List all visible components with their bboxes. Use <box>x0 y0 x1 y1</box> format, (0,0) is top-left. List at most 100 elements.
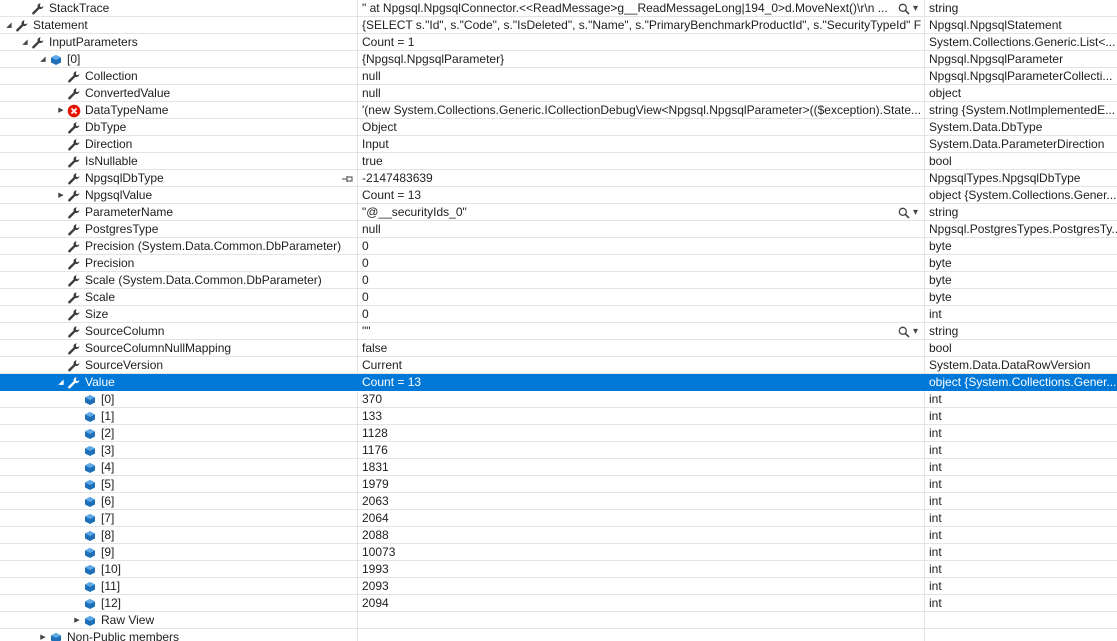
tree-row[interactable]: ▶ NpgsqlValue Count = 13 object {System.Col… <box>0 187 1117 204</box>
tree-row[interactable]: StackTrace " at Npgsql.NpgsqlConnector.<<… <box>0 0 1117 17</box>
tree-row[interactable]: Collection null Npgsql.NpgsqlParameterColl… <box>0 68 1117 85</box>
value-cell[interactable]: 370 <box>358 391 925 408</box>
tree-row[interactable]: Direction Input System.Data.ParameterDirec… <box>0 136 1117 153</box>
value-cell[interactable]: 10073 <box>358 544 925 561</box>
pin-icon[interactable] <box>342 170 354 186</box>
expand-arrow-icon[interactable]: ▶ <box>56 102 66 118</box>
tree-row[interactable]: [1] 133 int <box>0 408 1117 425</box>
tree-row[interactable]: ▶ DataTypeName '(new System.Collections.Ge… <box>0 102 1117 119</box>
name-cell: [12] <box>0 595 358 612</box>
tree-row[interactable]: ◢ InputParameters Count = 1 System.Collecti… <box>0 34 1117 51</box>
value-cell[interactable]: Count = 1 <box>358 34 925 51</box>
tree-row[interactable]: SourceVersion Current System.Data.DataRowV… <box>0 357 1117 374</box>
value-cell[interactable]: 0 <box>358 289 925 306</box>
value-cell[interactable]: " at Npgsql.NpgsqlConnector.<<ReadMessag… <box>358 0 925 17</box>
value-cell[interactable]: -2147483639 <box>358 170 925 187</box>
value-cell[interactable]: 2063 <box>358 493 925 510</box>
tree-row[interactable]: Precision 0 byte <box>0 255 1117 272</box>
tree-row[interactable]: ParameterName "@__securityIds_0" ▾ string <box>0 204 1117 221</box>
value-cell[interactable] <box>358 629 925 641</box>
tree-row[interactable]: [2] 1128 int <box>0 425 1117 442</box>
type-cell: object <box>925 85 1117 102</box>
collapse-arrow-icon[interactable]: ◢ <box>56 374 66 390</box>
type-cell: bool <box>925 153 1117 170</box>
collapse-arrow-icon[interactable]: ◢ <box>4 17 14 33</box>
tree-row[interactable]: NpgsqlDbType -2147483639 NpgsqlTypes.Npgsq… <box>0 170 1117 187</box>
magnifier-visualizer-icon[interactable]: ▾ <box>898 204 918 220</box>
value-cell[interactable] <box>358 612 925 629</box>
value-cell[interactable]: 2094 <box>358 595 925 612</box>
value-cell[interactable]: 2064 <box>358 510 925 527</box>
magnifier-visualizer-icon[interactable]: ▾ <box>898 0 918 16</box>
type-cell: NpgsqlTypes.NpgsqlDbType <box>925 170 1117 187</box>
collapse-arrow-icon[interactable]: ◢ <box>38 51 48 67</box>
tree-row[interactable]: [10] 1993 int <box>0 561 1117 578</box>
expand-arrow-icon[interactable]: ▶ <box>38 629 48 641</box>
value-cell[interactable]: "" ▾ <box>358 323 925 340</box>
value-cell[interactable]: 1993 <box>358 561 925 578</box>
value-cell[interactable]: 2093 <box>358 578 925 595</box>
tree-row[interactable]: [6] 2063 int <box>0 493 1117 510</box>
tree-row[interactable]: DbType Object System.Data.DbType <box>0 119 1117 136</box>
value-cell[interactable]: 0 <box>358 238 925 255</box>
value-cell[interactable]: null <box>358 68 925 85</box>
tree-row[interactable]: Scale (System.Data.Common.DbParameter) 0 b… <box>0 272 1117 289</box>
tree-row[interactable]: [9] 10073 int <box>0 544 1117 561</box>
tree-row[interactable]: ◢ Value Count = 13 object {System.Collectio… <box>0 374 1117 391</box>
magnifier-visualizer-icon[interactable]: ▾ <box>898 323 918 339</box>
value-cell[interactable]: false <box>358 340 925 357</box>
value-cell[interactable]: true <box>358 153 925 170</box>
name-cell: ConvertedValue <box>0 85 358 102</box>
value-cell[interactable]: 1176 <box>358 442 925 459</box>
value-cell[interactable]: 1979 <box>358 476 925 493</box>
field-cube-icon <box>82 561 98 577</box>
tree-row[interactable]: SourceColumnNullMapping false bool <box>0 340 1117 357</box>
tree-row[interactable]: [11] 2093 int <box>0 578 1117 595</box>
value-cell[interactable]: 0 <box>358 272 925 289</box>
value-cell[interactable]: Count = 13 <box>358 187 925 204</box>
type-cell: byte <box>925 272 1117 289</box>
field-cube-icon <box>48 629 64 641</box>
value-cell[interactable]: 133 <box>358 408 925 425</box>
tree-row[interactable]: Size 0 int <box>0 306 1117 323</box>
tree-row[interactable]: IsNullable true bool <box>0 153 1117 170</box>
value-cell[interactable]: 1831 <box>358 459 925 476</box>
tree-row[interactable]: ▶ Non-Public members <box>0 629 1117 641</box>
value-cell[interactable]: Input <box>358 136 925 153</box>
tree-row[interactable]: [8] 2088 int <box>0 527 1117 544</box>
value-cell[interactable]: 1128 <box>358 425 925 442</box>
value-cell[interactable]: 0 <box>358 255 925 272</box>
tree-row[interactable]: [7] 2064 int <box>0 510 1117 527</box>
value-cell[interactable]: "@__securityIds_0" ▾ <box>358 204 925 221</box>
row-name: [12] <box>101 596 122 610</box>
value-cell[interactable]: {SELECT s."Id", s."Code", s."IsDeleted",… <box>358 17 925 34</box>
value-cell[interactable]: {Npgsql.NpgsqlParameter} <box>358 51 925 68</box>
tree-row[interactable]: [3] 1176 int <box>0 442 1117 459</box>
tree-row[interactable]: Scale 0 byte <box>0 289 1117 306</box>
value-cell[interactable]: 0 <box>358 306 925 323</box>
tree-row[interactable]: SourceColumn "" ▾ string <box>0 323 1117 340</box>
tree-row[interactable]: ConvertedValue null object <box>0 85 1117 102</box>
value-cell[interactable]: Object <box>358 119 925 136</box>
value-cell[interactable]: null <box>358 221 925 238</box>
collapse-arrow-icon[interactable]: ◢ <box>20 34 30 50</box>
value-cell[interactable]: Current <box>358 357 925 374</box>
expand-arrow-icon[interactable]: ▶ <box>56 187 66 203</box>
tree-row[interactable]: ▶ Raw View <box>0 612 1117 629</box>
field-cube-icon <box>82 391 98 407</box>
tree-row[interactable]: [5] 1979 int <box>0 476 1117 493</box>
tree-row[interactable]: [0] 370 int <box>0 391 1117 408</box>
value-cell[interactable]: null <box>358 85 925 102</box>
value-cell[interactable]: 2088 <box>358 527 925 544</box>
tree-row[interactable]: ◢ [0] {Npgsql.NpgsqlParameter} Npgsql.Npgsq… <box>0 51 1117 68</box>
tree-row[interactable]: [12] 2094 int <box>0 595 1117 612</box>
tree-row[interactable]: PostgresType null Npgsql.PostgresTypes.Pos… <box>0 221 1117 238</box>
tree-row[interactable]: ◢ Statement {SELECT s."Id", s."Code", s."I… <box>0 17 1117 34</box>
expand-arrow-icon[interactable]: ▶ <box>72 612 82 628</box>
tree-row[interactable]: Precision (System.Data.Common.DbParamete… <box>0 238 1117 255</box>
tree-row[interactable]: [4] 1831 int <box>0 459 1117 476</box>
value-cell[interactable]: '(new System.Collections.Generic.ICollec… <box>358 102 925 119</box>
value-cell[interactable]: Count = 13 <box>358 374 925 391</box>
